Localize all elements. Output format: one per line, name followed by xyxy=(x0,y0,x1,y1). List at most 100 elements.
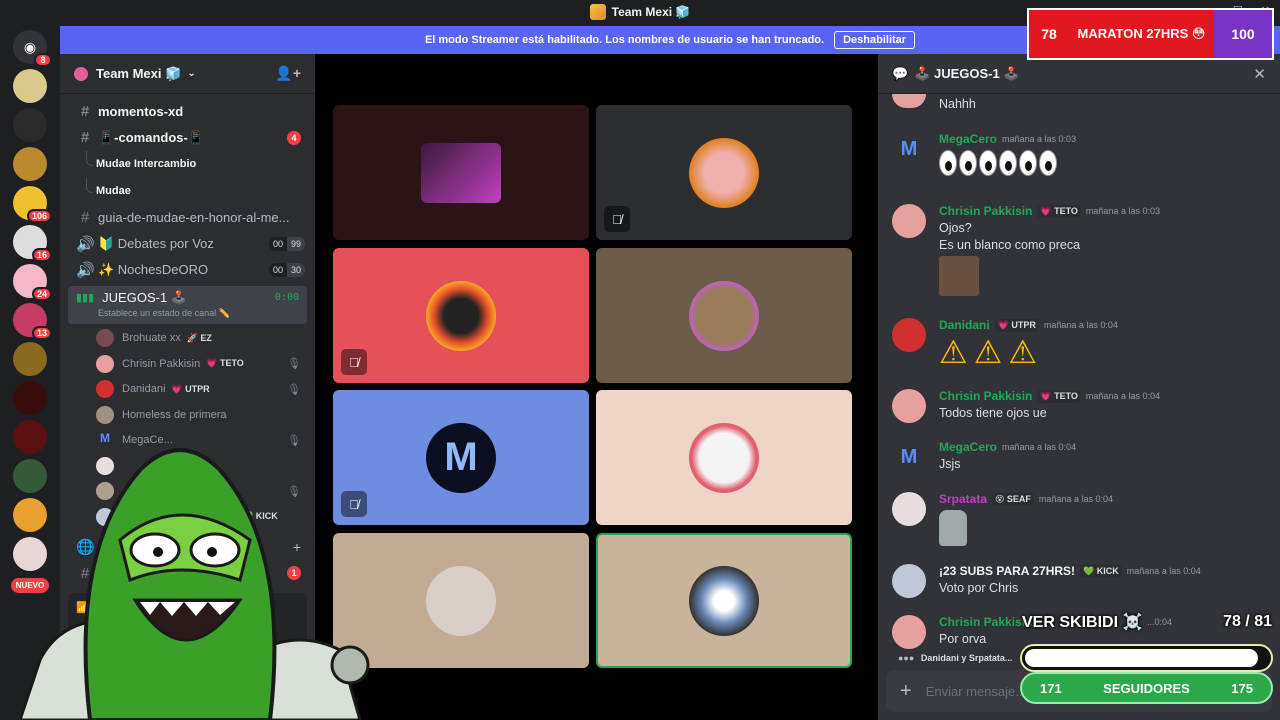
voice-channel-noches[interactable]: 🔊 ✨ NochesDeORO 00 30 xyxy=(60,257,315,284)
voice-channel-debates[interactable]: 🔊 🔰 Debates por Voz 00 99 xyxy=(60,231,315,258)
server-header[interactable]: Team Mexi 🧊 ⌄ 👤+ xyxy=(60,54,315,94)
avatar: M xyxy=(892,440,926,474)
unread-badge: 13 xyxy=(31,326,52,340)
skibidi-goal: VER SKIBIDI ☠️ 78 / 81 xyxy=(1022,610,1272,634)
participant-tile[interactable] xyxy=(333,105,589,240)
participant-tile[interactable] xyxy=(333,533,589,668)
participant-tile[interactable]: 🎙̸ xyxy=(596,105,852,240)
participant-avatar xyxy=(426,565,496,636)
muted-mic-icon: 🎙 xyxy=(287,383,301,396)
attach-plus-icon[interactable]: + xyxy=(900,680,912,703)
avatar xyxy=(892,318,926,352)
author-name[interactable]: Chrisin Pakkisin xyxy=(939,204,1032,218)
category-row[interactable]: 🌐 + xyxy=(60,534,315,561)
skibidi-count: 78 / 81 xyxy=(1223,613,1272,630)
discord-home-button[interactable]: ◉ 8 xyxy=(13,30,52,67)
avatar: M xyxy=(892,132,926,166)
server-icon[interactable]: 24 xyxy=(13,264,52,301)
message-text: Nahhh xyxy=(939,97,976,111)
server-icon[interactable] xyxy=(13,537,47,571)
author-name[interactable]: Danidani xyxy=(939,318,990,332)
timestamp: mañana a las 0:04 xyxy=(1002,442,1077,452)
window-title: Team Mexi 🧊 xyxy=(611,5,691,19)
participant-tile[interactable]: 🎙̸ xyxy=(333,248,589,383)
unread-badge: 24 xyxy=(31,287,52,301)
participant-tile[interactable] xyxy=(596,390,852,525)
thread-mudae[interactable]: Mudae xyxy=(60,177,315,205)
server-icon[interactable] xyxy=(13,459,47,493)
marathon-right-count: 100 xyxy=(1214,10,1272,58)
author-name[interactable]: Chrisin Pakkisin xyxy=(939,389,1032,403)
voice-member[interactable] xyxy=(60,453,315,479)
chat-message: Chrisin Pakkisin 💗 TETO mañana a las 0:04 … xyxy=(892,389,1272,423)
voice-member[interactable]: 💚 KICK xyxy=(60,504,315,530)
followers-goal: 171 SEGUIDORES 175 xyxy=(1020,672,1273,704)
thread-mudae-intercambio[interactable]: Mudae Intercambio xyxy=(60,151,315,178)
participant-tile[interactable]: M 🎙̸ xyxy=(333,390,589,525)
channel-guia-de-mudae[interactable]: # guia-de-mudae-en-honor-al-me... xyxy=(60,204,315,231)
voice-member[interactable]: Brohuate xx 🚀 EZ xyxy=(60,326,315,352)
chat-message: Danidani 💗 UTPR mañana a las 0:04 ⚠ ⚠ ⚠ xyxy=(892,318,1272,368)
voice-status: Voz xyxy=(97,600,117,613)
voice-user-count: 00 99 xyxy=(268,236,305,251)
server-icon[interactable]: 13 xyxy=(13,303,52,340)
timestamp: mañana a las 0:04 xyxy=(1085,391,1160,401)
timestamp: mañana a las 0:03 xyxy=(1085,206,1160,216)
message-text: Es un blanco como preca xyxy=(939,238,1081,252)
avatar: M xyxy=(96,431,114,450)
role-tag: 💗 UTPR xyxy=(994,318,1039,332)
server-icon[interactable] xyxy=(13,342,47,376)
invite-icon[interactable]: 👤+ xyxy=(275,65,301,82)
channel-comandos[interactable]: # 📱-comandos-📱 4 xyxy=(60,125,315,152)
avatar xyxy=(96,507,114,526)
voice-member[interactable]: Homeless de primera xyxy=(60,402,315,428)
moai-emoji xyxy=(939,510,967,546)
author-name[interactable]: MegaCero xyxy=(939,440,997,454)
server-icon[interactable]: 106 xyxy=(13,186,52,223)
member-tag: 🚀 EZ xyxy=(186,332,212,343)
participant-avatar xyxy=(689,137,759,208)
author-name[interactable]: Chrisin Pakkisin xyxy=(939,615,1032,629)
hash-icon: # xyxy=(80,564,90,582)
server-icon[interactable] xyxy=(13,147,47,181)
set-channel-status[interactable]: Establece un estado de canal ✏️ xyxy=(98,308,299,319)
channel-row[interactable]: # 1 xyxy=(60,560,315,587)
server-icon[interactable] xyxy=(13,498,47,532)
image-attachment[interactable] xyxy=(939,256,979,296)
server-icon[interactable] xyxy=(13,381,47,415)
warning-emoji-row: ⚠ ⚠ ⚠ xyxy=(939,336,1272,368)
channel-label: 📱-comandos-📱 xyxy=(98,129,205,145)
discord-logo-icon: ◉ xyxy=(23,38,37,55)
voice-status-panel: 📶 Voz xyxy=(68,592,307,653)
muted-mic-icon: 🎙 xyxy=(287,358,301,371)
server-icon[interactable] xyxy=(13,69,47,103)
voice-member[interactable]: M MegaCe... 🎙 xyxy=(60,428,315,454)
eyes-emoji-row xyxy=(939,150,1272,176)
server-logo-icon xyxy=(74,66,88,81)
author-name[interactable]: MegaCero xyxy=(939,132,997,146)
participant-avatar xyxy=(689,422,759,493)
author-name[interactable]: Srpatata xyxy=(939,492,987,506)
server-icon[interactable] xyxy=(13,108,47,142)
author-name[interactable]: ¡23 SUBS PARA 27HRS! xyxy=(939,564,1075,578)
voice-member[interactable]: 🎙 xyxy=(60,479,315,505)
message-text: Voto por Chris xyxy=(939,581,1019,595)
disable-streamer-button[interactable]: Deshabilitar xyxy=(834,31,916,49)
role-tag: 😵 SEAF xyxy=(992,492,1034,506)
add-channel-icon[interactable]: + xyxy=(293,539,301,555)
server-icon[interactable] xyxy=(13,420,47,454)
server-icon[interactable]: 16 xyxy=(13,225,52,262)
participant-tile[interactable] xyxy=(596,248,852,383)
participant-avatar: M xyxy=(426,422,496,493)
voice-channel-juegos-1[interactable]: ▮▮▮ JUEGOS-1 🕹️ 0:00 Establece un estado… xyxy=(68,285,307,324)
channel-momentos-xd[interactable]: # momentos-xd xyxy=(60,98,315,125)
voice-active-icon: ▮▮▮ xyxy=(76,292,95,304)
voice-member[interactable]: Chrisin Pakkisin 💗 TETO 🎙 xyxy=(60,351,315,377)
close-icon[interactable]: ✕ xyxy=(1253,65,1266,83)
new-badge: NUEVO xyxy=(10,578,50,593)
chat-channel-name: 🕹️ JUEGOS-1 🕹️ xyxy=(914,65,1020,81)
voice-member[interactable]: Danidani 💗 UTPR 🎙 xyxy=(60,377,315,403)
participant-tile-speaking[interactable] xyxy=(596,533,852,668)
mention-count: 4 xyxy=(287,130,301,145)
server-name: Team Mexi 🧊 xyxy=(96,65,182,81)
